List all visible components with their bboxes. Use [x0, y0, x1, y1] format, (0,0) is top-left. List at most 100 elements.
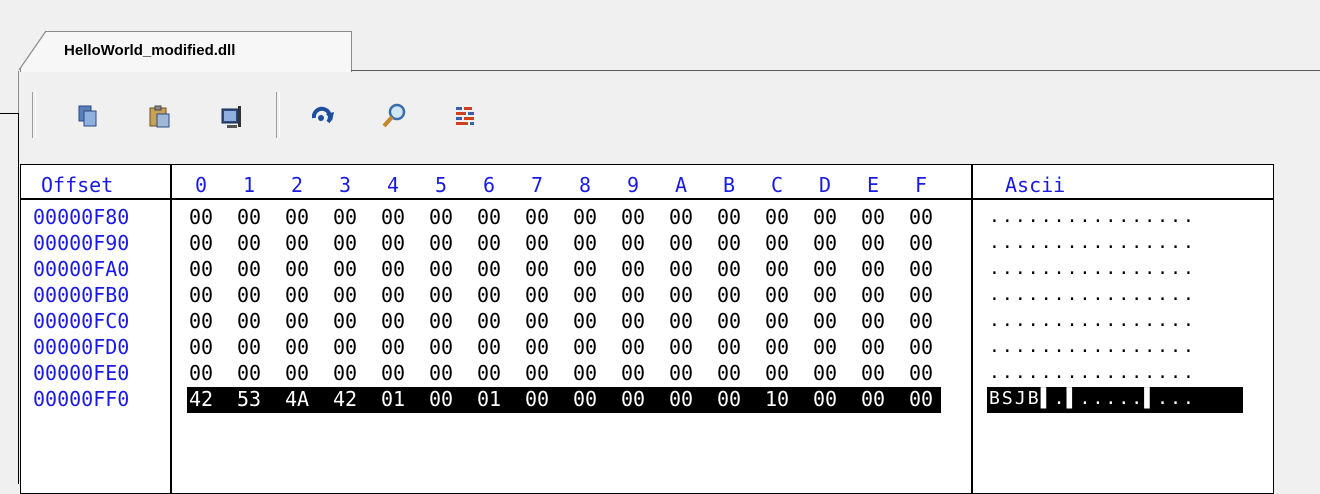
- byte-cell[interactable]: 00: [426, 311, 456, 331]
- row-ascii[interactable]: ................: [989, 337, 1196, 357]
- byte-cell[interactable]: 00: [282, 285, 312, 305]
- byte-cell[interactable]: 00: [618, 233, 648, 253]
- byte-cell[interactable]: 00: [330, 207, 360, 227]
- byte-cell[interactable]: 00: [474, 311, 504, 331]
- byte-cell[interactable]: 00: [666, 389, 696, 409]
- row-ascii[interactable]: ................: [989, 285, 1196, 305]
- copy-button[interactable]: [68, 96, 108, 136]
- byte-cell[interactable]: 00: [234, 337, 264, 357]
- byte-cell[interactable]: 00: [426, 337, 456, 357]
- byte-cell[interactable]: 00: [570, 337, 600, 357]
- byte-cell[interactable]: 00: [186, 207, 216, 227]
- byte-cell[interactable]: 00: [666, 337, 696, 357]
- byte-cell[interactable]: 00: [714, 363, 744, 383]
- paste-button[interactable]: [140, 96, 180, 136]
- byte-cell[interactable]: 00: [426, 389, 456, 409]
- byte-cell[interactable]: 00: [570, 311, 600, 331]
- byte-cell[interactable]: 00: [618, 207, 648, 227]
- byte-cell[interactable]: 01: [378, 389, 408, 409]
- byte-cell[interactable]: 00: [570, 233, 600, 253]
- byte-cell[interactable]: 00: [906, 285, 936, 305]
- byte-cell[interactable]: 00: [570, 389, 600, 409]
- byte-cell[interactable]: 00: [378, 337, 408, 357]
- byte-cell[interactable]: 00: [474, 207, 504, 227]
- byte-cell[interactable]: 00: [330, 337, 360, 357]
- byte-cell[interactable]: 00: [186, 233, 216, 253]
- byte-cell[interactable]: 00: [714, 259, 744, 279]
- byte-cell[interactable]: 01: [474, 389, 504, 409]
- row-ascii[interactable]: ................: [989, 233, 1196, 253]
- byte-cell[interactable]: 42: [330, 389, 360, 409]
- byte-cell[interactable]: 00: [858, 259, 888, 279]
- byte-cell[interactable]: 00: [234, 363, 264, 383]
- byte-cell[interactable]: 00: [186, 259, 216, 279]
- byte-cell[interactable]: 42: [186, 389, 216, 409]
- byte-cell[interactable]: 00: [378, 285, 408, 305]
- byte-cell[interactable]: 00: [618, 259, 648, 279]
- byte-cell[interactable]: 00: [330, 259, 360, 279]
- byte-cell[interactable]: 00: [810, 363, 840, 383]
- byte-cell[interactable]: 00: [330, 285, 360, 305]
- byte-cell[interactable]: 00: [666, 363, 696, 383]
- byte-cell[interactable]: 00: [618, 389, 648, 409]
- byte-cell[interactable]: 00: [906, 311, 936, 331]
- byte-cell[interactable]: 4A: [282, 389, 312, 409]
- byte-cell[interactable]: 00: [522, 259, 552, 279]
- byte-cell[interactable]: 00: [906, 337, 936, 357]
- insert-button[interactable]: [212, 96, 252, 136]
- byte-cell[interactable]: 00: [186, 311, 216, 331]
- byte-cell[interactable]: 00: [714, 337, 744, 357]
- byte-cell[interactable]: 00: [714, 207, 744, 227]
- byte-cell[interactable]: 00: [858, 285, 888, 305]
- byte-cell[interactable]: 00: [906, 207, 936, 227]
- find-button[interactable]: [374, 96, 414, 136]
- byte-cell[interactable]: 00: [378, 207, 408, 227]
- byte-cell[interactable]: 00: [474, 233, 504, 253]
- byte-cell[interactable]: 00: [858, 233, 888, 253]
- byte-cell[interactable]: 00: [666, 285, 696, 305]
- row-ascii[interactable]: BSJB▌.▌.....▌...: [989, 389, 1196, 409]
- byte-cell[interactable]: 00: [378, 259, 408, 279]
- hex-view[interactable]: Offset Ascii 0123456789ABCDEF 00000F80 00…: [20, 164, 1274, 494]
- byte-cell[interactable]: 00: [570, 285, 600, 305]
- byte-cell[interactable]: 00: [234, 285, 264, 305]
- byte-cell[interactable]: 00: [234, 259, 264, 279]
- byte-cell[interactable]: 00: [714, 389, 744, 409]
- byte-cell[interactable]: 00: [330, 233, 360, 253]
- byte-cell[interactable]: 00: [282, 337, 312, 357]
- byte-cell[interactable]: 00: [906, 389, 936, 409]
- byte-cell[interactable]: 00: [618, 363, 648, 383]
- byte-cell[interactable]: 00: [666, 207, 696, 227]
- byte-cell[interactable]: 00: [762, 259, 792, 279]
- row-ascii[interactable]: ................: [989, 259, 1196, 279]
- byte-cell[interactable]: 00: [810, 337, 840, 357]
- byte-cell[interactable]: 00: [666, 311, 696, 331]
- byte-cell[interactable]: 00: [330, 311, 360, 331]
- byte-cell[interactable]: 00: [714, 233, 744, 253]
- byte-cell[interactable]: 00: [570, 259, 600, 279]
- byte-cell[interactable]: 00: [762, 363, 792, 383]
- byte-cell[interactable]: 00: [378, 363, 408, 383]
- byte-cell[interactable]: 00: [762, 207, 792, 227]
- byte-cell[interactable]: 00: [426, 285, 456, 305]
- byte-cell[interactable]: 00: [426, 259, 456, 279]
- byte-cell[interactable]: 00: [858, 207, 888, 227]
- byte-cell[interactable]: 00: [714, 285, 744, 305]
- byte-cell[interactable]: 00: [474, 285, 504, 305]
- byte-cell[interactable]: 00: [666, 259, 696, 279]
- byte-cell[interactable]: 00: [522, 233, 552, 253]
- byte-cell[interactable]: 00: [858, 389, 888, 409]
- file-tab-title[interactable]: HelloWorld_modified.dll: [64, 42, 235, 59]
- byte-cell[interactable]: 00: [810, 233, 840, 253]
- byte-cell[interactable]: 00: [330, 363, 360, 383]
- byte-cell[interactable]: 00: [522, 285, 552, 305]
- byte-cell[interactable]: 00: [762, 233, 792, 253]
- byte-cell[interactable]: 00: [522, 389, 552, 409]
- byte-cell[interactable]: 00: [714, 311, 744, 331]
- byte-cell[interactable]: 00: [522, 363, 552, 383]
- byte-cell[interactable]: 00: [858, 337, 888, 357]
- byte-cell[interactable]: 00: [810, 285, 840, 305]
- byte-cell[interactable]: 00: [426, 207, 456, 227]
- byte-cell[interactable]: 00: [282, 363, 312, 383]
- byte-cell[interactable]: 00: [186, 337, 216, 357]
